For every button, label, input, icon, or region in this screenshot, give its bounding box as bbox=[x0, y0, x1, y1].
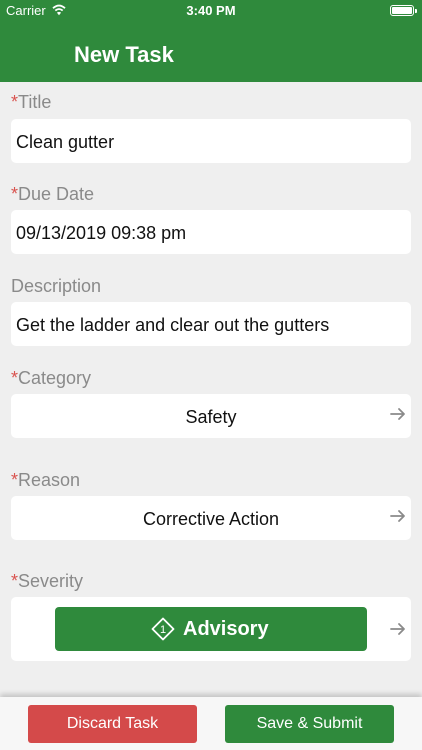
severity-diamond-icon: 1 bbox=[151, 617, 175, 641]
due-date-label: *Due Date bbox=[11, 184, 95, 204]
category-label: *Category bbox=[11, 368, 92, 388]
status-time: 3:40 PM bbox=[186, 3, 236, 18]
required-marker: * bbox=[11, 470, 19, 490]
description-label: Description bbox=[11, 276, 102, 296]
battery-icon bbox=[390, 5, 417, 16]
svg-text:1: 1 bbox=[160, 624, 166, 636]
title-label: *Title bbox=[11, 92, 52, 112]
reason-label: *Reason bbox=[11, 470, 81, 490]
save-submit-button[interactable]: Save & Submit bbox=[225, 705, 394, 743]
arrow-right-icon bbox=[390, 510, 405, 522]
footer-bar: Discard Task Save & Submit bbox=[0, 697, 422, 750]
required-marker: * bbox=[11, 571, 19, 591]
discard-task-button[interactable]: Discard Task bbox=[28, 705, 197, 743]
description-value: Get the ladder and clear out the gutters bbox=[16, 315, 330, 335]
title-value: Clean gutter bbox=[16, 132, 115, 152]
required-marker: * bbox=[11, 92, 19, 112]
required-marker: * bbox=[11, 368, 19, 388]
severity-button[interactable]: 1 Advisory bbox=[55, 607, 367, 651]
arrow-right-icon bbox=[390, 623, 405, 635]
severity-value: Advisory bbox=[183, 618, 269, 640]
required-marker: * bbox=[11, 184, 19, 204]
title-field[interactable]: Clean gutter bbox=[11, 119, 411, 163]
description-field[interactable]: Get the ladder and clear out the gutters bbox=[11, 302, 411, 346]
category-value: Safety bbox=[185, 407, 237, 427]
due-date-value: 09/13/2019 09:38 pm bbox=[16, 223, 187, 243]
reason-select[interactable]: Corrective Action bbox=[11, 496, 411, 540]
category-select[interactable]: Safety bbox=[11, 394, 411, 438]
severity-label: *Severity bbox=[11, 571, 84, 591]
arrow-right-icon bbox=[390, 408, 405, 420]
reason-value: Corrective Action bbox=[142, 509, 280, 529]
nav-bar: New Task bbox=[0, 22, 422, 82]
page-title: New Task bbox=[74, 42, 174, 67]
due-date-field[interactable]: 09/13/2019 09:38 pm bbox=[11, 210, 411, 254]
severity-field: 1 Advisory bbox=[11, 597, 411, 661]
status-bar: Carrier 3:40 PM bbox=[0, 0, 422, 22]
